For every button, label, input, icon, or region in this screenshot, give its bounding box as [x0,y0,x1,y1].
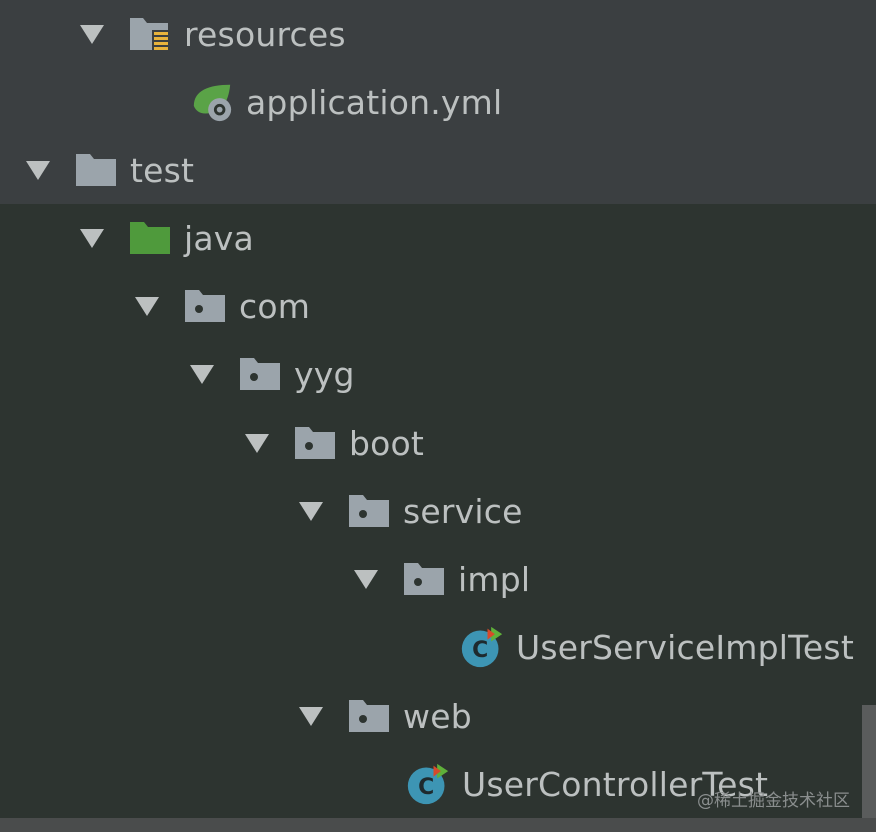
test-class-icon: C [406,762,450,806]
tree-node-resources[interactable]: resources [76,0,346,68]
tree-node-com[interactable]: com [131,272,310,340]
tree-node-label: com [239,286,311,326]
expand-arrow-icon[interactable] [241,432,273,454]
tree-node-userserviceimpltest[interactable]: C UserServiceImplTest [408,613,854,681]
vertical-scrollbar[interactable] [862,705,876,818]
expand-arrow-icon[interactable] [295,500,327,522]
tree-node-boot[interactable]: boot [241,409,424,477]
tree-node-yyg[interactable]: yyg [186,340,355,408]
tree-node-java[interactable]: java [76,204,254,272]
spring-config-icon [190,80,234,124]
expand-arrow-icon[interactable] [76,23,108,45]
watermark: @稀土掘金技术社区 [697,791,850,811]
expand-arrow-icon[interactable] [76,227,108,249]
package-icon [402,557,446,601]
tree-node-impl[interactable]: impl [350,545,530,613]
package-icon [183,284,227,328]
package-icon [293,421,337,465]
bottom-edge [0,818,876,832]
folder-icon [74,148,118,192]
tree-node-web[interactable]: web [295,682,472,750]
expand-arrow-icon[interactable] [186,363,218,385]
package-icon [347,694,391,738]
test-sources-folder-icon [128,216,172,260]
test-class-icon: C [460,625,504,669]
expand-arrow-icon[interactable] [131,295,163,317]
tree-node-label: impl [458,559,531,599]
svg-text:C: C [472,638,488,663]
tree-node-label: boot [349,423,425,463]
tree-node-label: java [184,218,254,258]
tree-node-label: application.yml [246,82,503,122]
package-icon [347,489,391,533]
package-icon [238,352,282,396]
tree-node-label: resources [184,14,346,54]
tree-node-label: yyg [294,354,355,394]
expand-arrow-icon[interactable] [295,705,327,727]
tree-node-label: UserServiceImplTest [516,627,854,667]
tree-node-application-yml[interactable]: application.yml [138,68,502,136]
tree-node-service[interactable]: service [295,477,523,545]
tree-node-label: test [130,150,195,190]
tree-node-label: web [403,696,472,736]
resources-folder-icon [128,12,172,56]
expand-arrow-icon[interactable] [22,159,54,181]
svg-text:C: C [418,775,434,800]
tree-node-test[interactable]: test [22,136,194,204]
tree-node-label: service [403,491,523,531]
expand-arrow-icon[interactable] [350,568,382,590]
project-tree: resources application.yml test java com … [0,0,876,832]
